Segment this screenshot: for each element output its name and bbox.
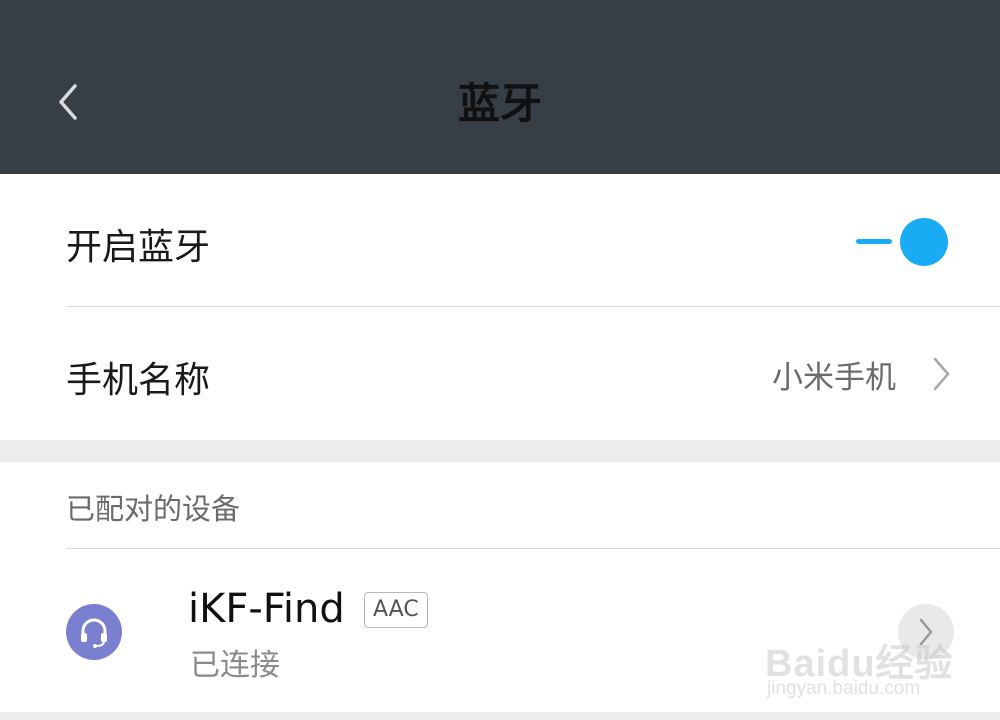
- phone-name-label: 手机名称: [66, 360, 211, 401]
- toggle-knob: [900, 218, 948, 266]
- bluetooth-toggle-label: 开启蓝牙: [66, 227, 211, 268]
- toggle-track: [856, 239, 892, 244]
- bottom-divider: [0, 712, 1000, 720]
- top-app-bar: 蓝牙: [0, 0, 1000, 174]
- bluetooth-toggle-switch[interactable]: [852, 216, 952, 268]
- page-title: 蓝牙: [457, 79, 542, 128]
- chevron-right-icon: [926, 354, 956, 394]
- baidu-jingyan-watermark: Baidu经验 jingyan.baidu.com: [765, 612, 985, 712]
- device-name: iKF-Find: [188, 586, 345, 632]
- section-separator: [0, 440, 1000, 462]
- codec-badge: AAC: [364, 592, 428, 628]
- paired-devices-header: 已配对的设备: [66, 492, 241, 526]
- phone-name-value: 小米手机: [772, 360, 896, 396]
- watermark-url: jingyan.baidu.com: [767, 678, 921, 699]
- device-status: 已连接: [190, 648, 280, 683]
- bluetooth-toggle-row[interactable]: 开启蓝牙: [0, 174, 1000, 306]
- headset-icon: [66, 604, 122, 660]
